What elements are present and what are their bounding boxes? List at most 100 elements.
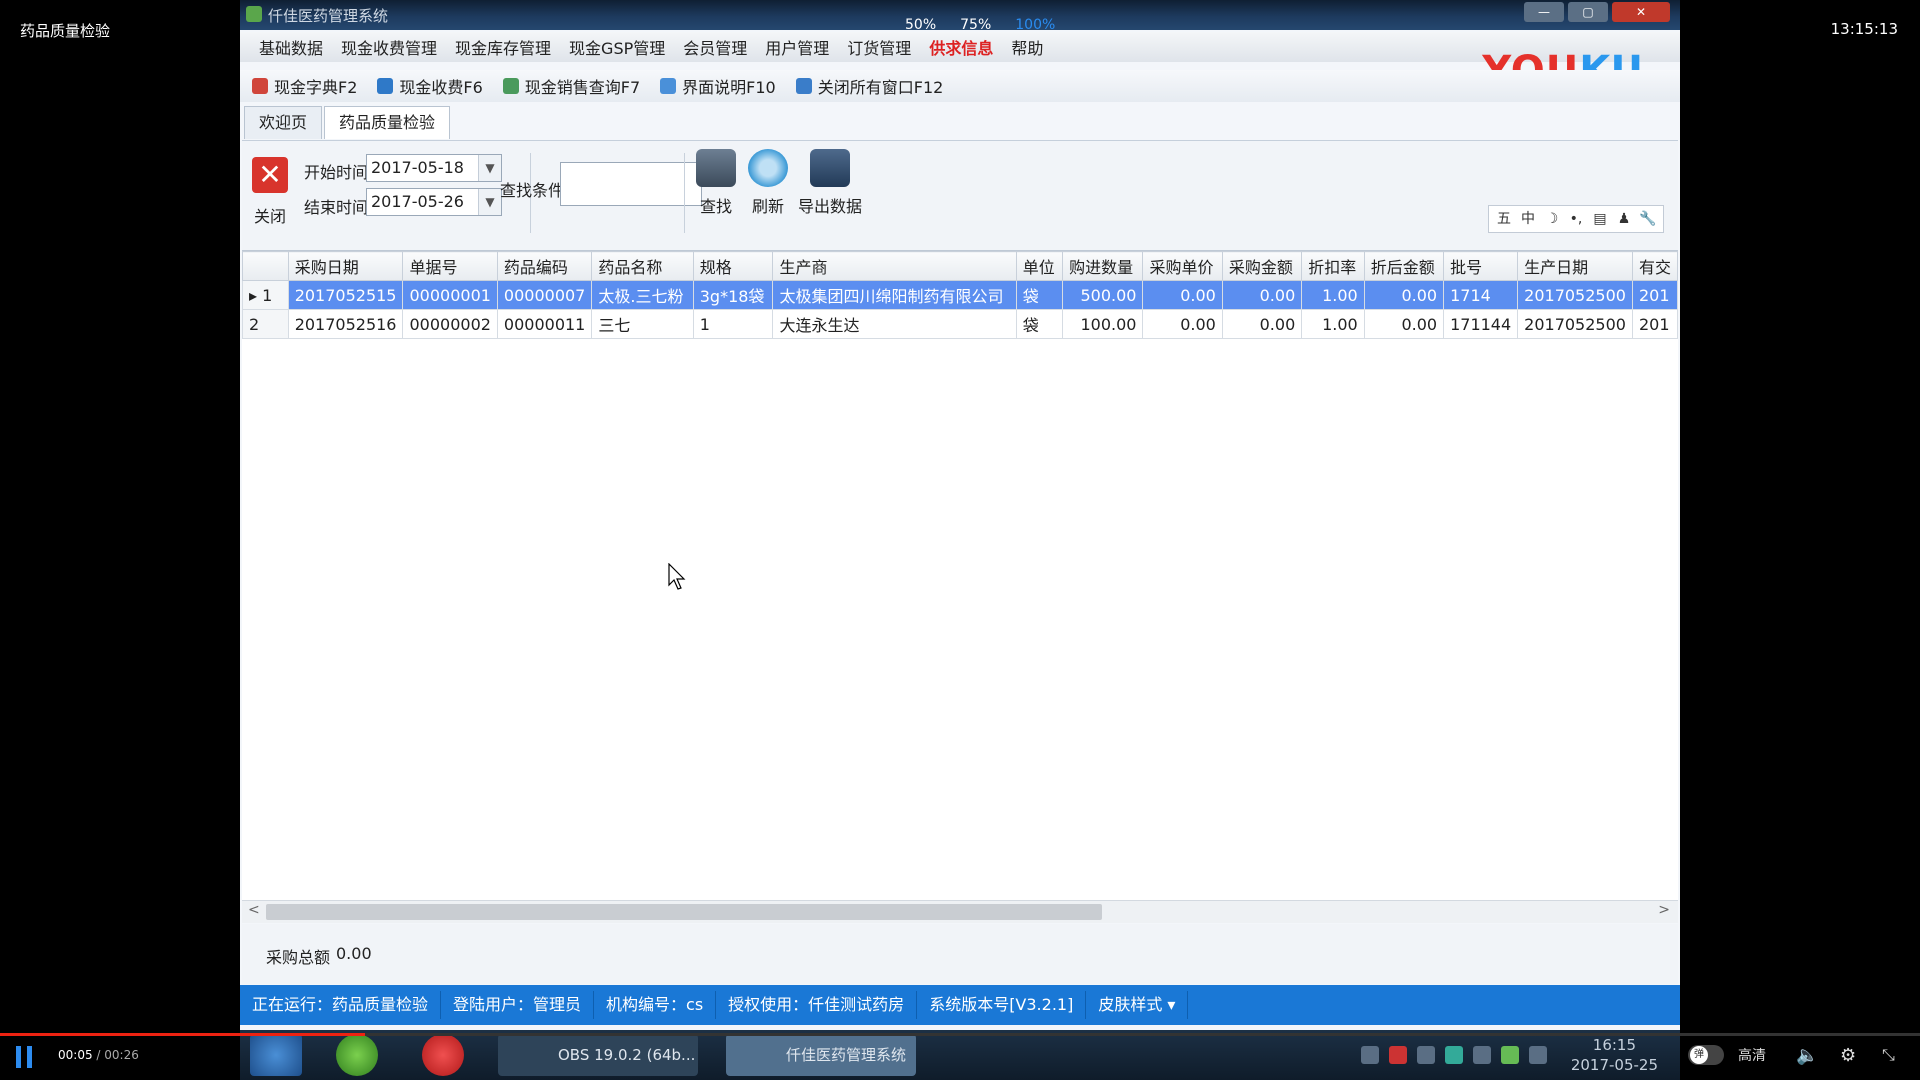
column-header[interactable]: 生产日期 (1517, 251, 1633, 281)
taskbar-obs[interactable]: OBS 19.0.2 (64b... (498, 1034, 698, 1076)
table-cell[interactable]: 袋 (1015, 309, 1064, 339)
danmaku-toggle[interactable]: 弹 (1688, 1045, 1724, 1065)
ime-wrench-icon[interactable]: 🔧 (1637, 208, 1659, 230)
column-header[interactable]: 规格 (692, 251, 774, 281)
scrollbar-thumb[interactable] (266, 904, 1102, 920)
table-cell[interactable]: 100.00 (1062, 309, 1144, 339)
column-header[interactable]: 批号 (1443, 251, 1519, 281)
settings-gear-icon[interactable]: ⚙ (1840, 1045, 1856, 1066)
column-header[interactable] (242, 251, 289, 281)
table-cell[interactable]: 2017052516 (287, 309, 404, 339)
column-header[interactable]: 采购单价 (1142, 251, 1223, 281)
column-header[interactable]: 单位 (1015, 251, 1064, 281)
menu-cash-inventory[interactable]: 现金库存管理 (446, 35, 560, 59)
video-progress-bar[interactable] (0, 1033, 1920, 1036)
table-cell[interactable]: 2017052515 (287, 280, 404, 310)
table-cell[interactable]: 太极集团四川绵阳制药有限公司 (772, 280, 1017, 310)
scroll-left-icon[interactable]: < (248, 902, 260, 918)
table-cell[interactable]: 2017052500 (1517, 280, 1633, 310)
menu-users[interactable]: 用户管理 (756, 35, 838, 59)
start-button-icon[interactable] (250, 1034, 302, 1076)
table-cell[interactable]: 大连永生达 (772, 309, 1017, 339)
toolbar-close-all[interactable]: 关闭所有窗口F12 (795, 74, 943, 98)
start-date-picker[interactable]: 2017-05-18 ▼ (366, 154, 502, 182)
toolbar-cash-dictionary[interactable]: 现金字典F2 (252, 74, 357, 98)
column-header[interactable]: 折后金额 (1363, 251, 1445, 281)
zoom-75[interactable]: 75% (960, 17, 991, 33)
tray-icon[interactable] (1416, 1046, 1435, 1064)
menu-cash-gsp[interactable]: 现金GSP管理 (560, 35, 674, 59)
scroll-right-icon[interactable]: > (1658, 902, 1670, 918)
table-cell[interactable]: 1.00 (1301, 309, 1365, 339)
table-cell[interactable]: 太极.三七粉 (591, 280, 694, 310)
table-row[interactable]: ▸ 1 2017052515 00000001 00000007 太极.三七粉 … (242, 280, 1678, 310)
menu-orders[interactable]: 订货管理 (838, 35, 920, 59)
table-cell[interactable]: 171144 (1443, 309, 1519, 339)
maximize-button[interactable]: ▢ (1568, 2, 1608, 22)
find-button[interactable]: 查找 (694, 149, 738, 217)
table-cell[interactable]: 00000007 (496, 280, 593, 310)
table-cell[interactable]: 1714 (1443, 280, 1519, 310)
tray-icon[interactable] (1360, 1046, 1379, 1064)
menu-supply-demand[interactable]: 供求信息 (920, 35, 1002, 59)
ime-punct-icon[interactable]: •, (1565, 208, 1587, 230)
minimize-button[interactable]: — (1524, 2, 1564, 22)
table-cell[interactable]: 3g*18袋 (692, 280, 774, 310)
ime-moon-icon[interactable]: ☽ (1541, 208, 1563, 230)
table-row[interactable]: 2 2017052516 00000002 00000011 三七 1 大连永生… (242, 309, 1678, 339)
menu-cash-charge[interactable]: 现金收费管理 (332, 35, 446, 59)
table-cell[interactable]: 0.00 (1363, 280, 1445, 310)
table-cell[interactable]: 1 (692, 309, 774, 339)
column-header[interactable]: 药品编码 (496, 251, 593, 281)
table-cell[interactable]: 201 (1631, 309, 1678, 339)
column-header[interactable]: 购进数量 (1062, 251, 1144, 281)
table-cell[interactable]: 0.00 (1142, 309, 1223, 339)
browser-icon[interactable] (336, 1034, 378, 1076)
column-header[interactable]: 单据号 (402, 251, 498, 281)
taskbar-pharmacy-app[interactable]: 仟佳医药管理系统 (726, 1034, 916, 1076)
table-cell[interactable]: 00000001 (402, 280, 498, 310)
table-cell[interactable]: 00000011 (496, 309, 593, 339)
menu-basic-data[interactable]: 基础数据 (250, 35, 332, 59)
table-cell[interactable]: 三七 (591, 309, 694, 339)
end-date-picker[interactable]: 2017-05-26 ▼ (366, 188, 502, 216)
menu-members[interactable]: 会员管理 (674, 35, 756, 59)
toolbar-cash-charge[interactable]: 现金收费F6 (377, 74, 483, 98)
table-cell[interactable]: 1.00 (1301, 280, 1365, 310)
toolbar-ui-help[interactable]: 界面说明F10 (660, 74, 776, 98)
chevron-down-icon[interactable]: ▼ (478, 155, 501, 181)
pause-icon[interactable] (16, 1046, 34, 1068)
column-header[interactable]: 药品名称 (591, 251, 694, 281)
tray-icon[interactable] (1388, 1046, 1407, 1064)
tab-welcome[interactable]: 欢迎页 (244, 106, 323, 139)
ime-wu-icon[interactable]: 五 (1493, 208, 1515, 230)
chevron-down-icon[interactable]: ▼ (478, 189, 501, 215)
column-header[interactable]: 生产商 (772, 251, 1017, 281)
volume-icon[interactable]: 🔈 (1796, 1045, 1818, 1066)
close-label[interactable]: 关闭 (254, 203, 286, 227)
table-cell[interactable]: 0.00 (1221, 280, 1303, 310)
column-header[interactable]: 采购日期 (287, 251, 404, 281)
column-header[interactable]: 采购金额 (1221, 251, 1303, 281)
search-input[interactable] (560, 162, 702, 206)
quality-button[interactable]: 高清 (1738, 1045, 1766, 1065)
table-cell[interactable]: 0.00 (1142, 280, 1223, 310)
tray-icon[interactable] (1472, 1046, 1491, 1064)
export-data-button[interactable]: 导出数据 (798, 149, 862, 217)
table-cell[interactable]: 袋 (1015, 280, 1064, 310)
skin-style-menu[interactable]: 皮肤样式 ▾ (1086, 991, 1189, 1019)
horizontal-scrollbar[interactable]: < > (242, 900, 1678, 923)
column-header[interactable]: 有交 (1631, 251, 1678, 281)
table-cell[interactable]: 00000002 (402, 309, 498, 339)
menu-help[interactable]: 帮助 (1002, 35, 1052, 59)
table-cell[interactable]: 201 (1631, 280, 1678, 310)
tray-icon[interactable] (1500, 1046, 1519, 1064)
refresh-button[interactable]: 刷新 (746, 149, 790, 217)
zoom-100[interactable]: 100% (1015, 17, 1055, 33)
toolbar-sales-query[interactable]: 现金销售查询F7 (502, 74, 640, 98)
column-header[interactable]: 折扣率 (1301, 251, 1365, 281)
ime-chinese-icon[interactable]: 中 (1517, 208, 1539, 230)
exit-fullscreen-icon[interactable]: ⤡ (1882, 1045, 1895, 1065)
netease-music-icon[interactable] (422, 1034, 464, 1076)
close-window-button[interactable]: ✕ (1612, 2, 1670, 22)
